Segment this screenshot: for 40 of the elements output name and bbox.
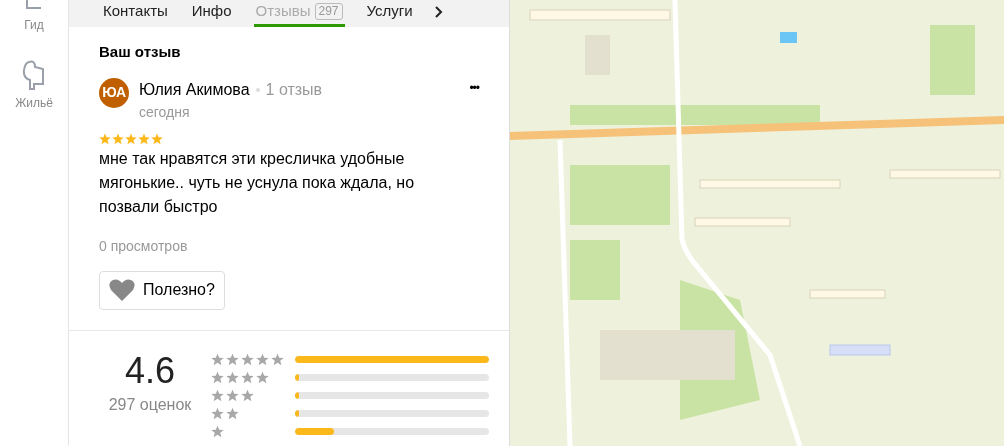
star-icon [271, 352, 284, 366]
section-heading: Ваш отзыв [99, 42, 182, 62]
rating-score: 4.6 [124, 350, 175, 391]
avatar: ЮА [99, 77, 129, 108]
heart-icon [109, 278, 135, 302]
tab[interactable]: Контакты [101, 0, 170, 27]
star-icon [138, 132, 150, 145]
star-icon [226, 352, 239, 366]
tab[interactable]: Услуги [364, 0, 415, 27]
star-icon [211, 388, 224, 402]
chevron-right-icon[interactable] [434, 6, 443, 18]
tab-count: 297 [314, 2, 343, 20]
star-icon [125, 132, 137, 145]
star-icon [241, 370, 254, 384]
more-button[interactable]: ••• [469, 77, 479, 98]
author-name[interactable]: Юлия Акимова [139, 77, 250, 102]
star-icon [112, 132, 124, 145]
star-icon [211, 406, 224, 420]
star-icon [256, 370, 269, 384]
star-icon [256, 352, 269, 366]
star-icon [226, 370, 239, 384]
sidebar-item[interactable]: Гид [23, 0, 45, 34]
view-count: 0 просмотров [99, 236, 189, 256]
star-icon [151, 132, 163, 145]
housing-icon [21, 60, 47, 90]
star-icon [241, 388, 254, 402]
helpful-button[interactable]: Полезно? [99, 270, 225, 310]
star-icon [211, 370, 224, 384]
star-icon [241, 352, 254, 366]
rating-count: 297 оценок [108, 394, 192, 415]
star-icon [211, 424, 224, 438]
star-icon [99, 132, 111, 145]
review-count: 1 отзыв [265, 79, 323, 100]
tab[interactable]: Инфо [189, 0, 234, 27]
review-text: мне так нравятся эти кресличка удобные мягонькие.. чуть не уснула пока ждала, но позвали быстро [99, 148, 416, 217]
star-icon [211, 352, 224, 366]
star-icon [226, 388, 239, 402]
star-icon [226, 406, 239, 420]
review-date: сегодня [139, 102, 191, 122]
sidebar-item[interactable]: Жильё [15, 60, 53, 112]
